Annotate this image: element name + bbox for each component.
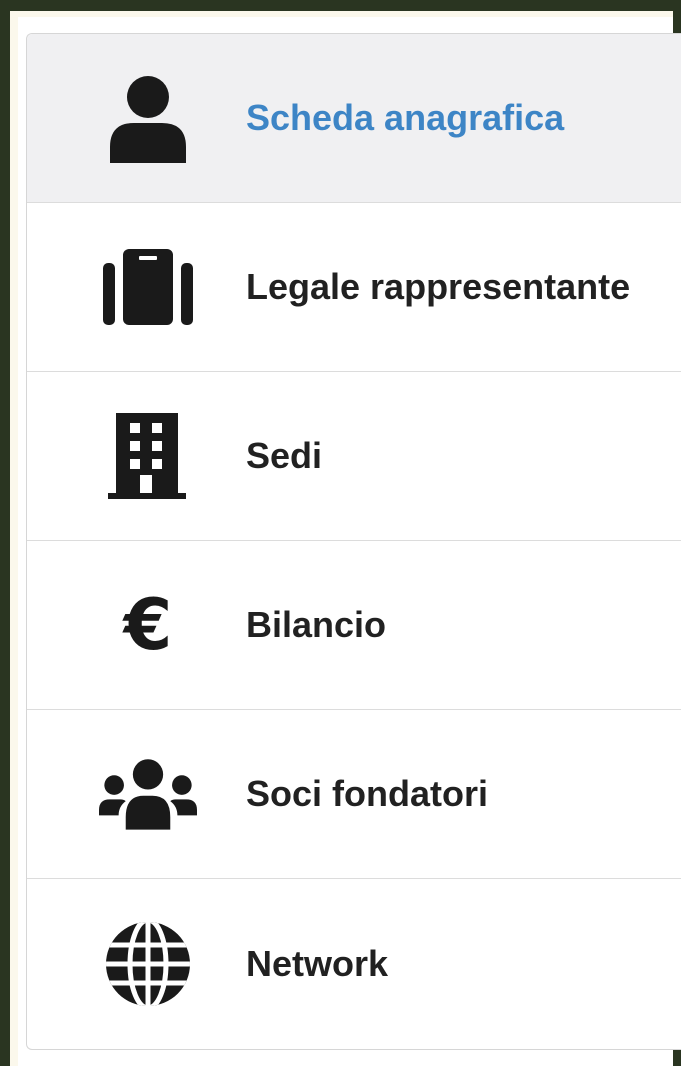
- user-icon: [99, 69, 197, 167]
- sidebar-menu: Scheda anagrafica Legale rappresentante: [26, 33, 681, 1050]
- euro-glyph: €: [123, 584, 173, 666]
- menu-item-label: Scheda anagrafica: [246, 97, 565, 138]
- menu-item-soci-fondatori[interactable]: Soci fondatori: [27, 710, 681, 879]
- menu-item-label: Sedi: [246, 435, 323, 476]
- menu-item-label: Legale rappresentante: [246, 266, 631, 307]
- menu-item-bilancio[interactable]: € Bilancio: [27, 541, 681, 710]
- globe-icon: [99, 915, 197, 1013]
- menu-item-label: Soci fondatori: [246, 773, 488, 814]
- briefcase-icon: [99, 238, 197, 336]
- menu-item-label: Network: [246, 943, 389, 984]
- menu-item-scheda-anagrafica[interactable]: Scheda anagrafica: [27, 34, 681, 203]
- euro-icon: €: [99, 576, 197, 674]
- menu-item-sedi[interactable]: Sedi: [27, 372, 681, 541]
- users-icon: [99, 745, 197, 843]
- menu-item-label: Bilancio: [246, 604, 387, 645]
- menu-item-network[interactable]: Network: [27, 879, 681, 1049]
- menu-item-legale-rappresentante[interactable]: Legale rappresentante: [27, 203, 681, 372]
- building-icon: [99, 407, 197, 505]
